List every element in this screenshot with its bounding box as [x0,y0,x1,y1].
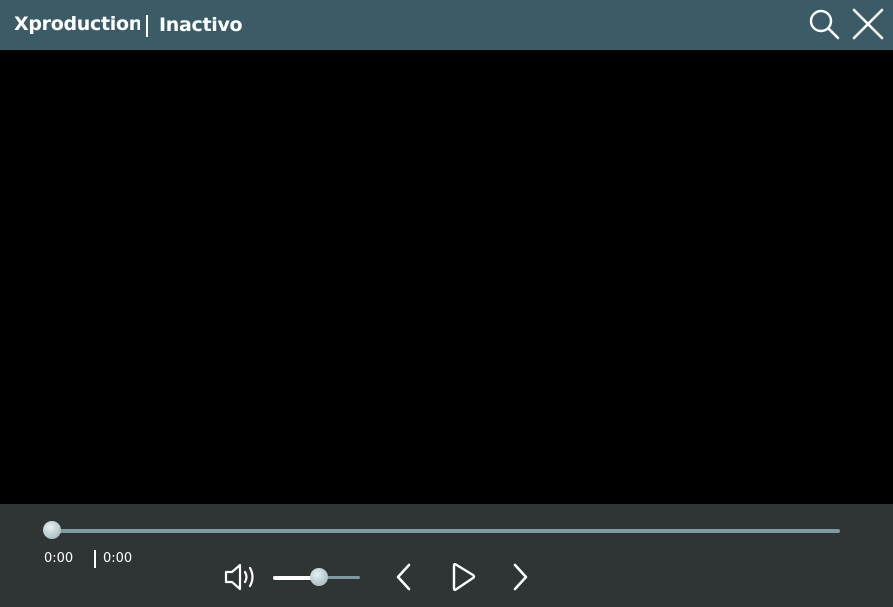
volume-handle[interactable] [310,568,329,586]
close-button[interactable] [850,6,886,42]
video-display[interactable] [0,50,893,504]
player-controls: 0:00 0:00 [0,504,893,607]
status-text: Inactivo [159,14,243,36]
chevron-right-icon [513,563,528,591]
previous-button[interactable] [392,562,416,592]
media-player-window: Xproduction Inactivo 0:00 0:00 [0,0,893,607]
title-separator [146,15,148,37]
play-icon [452,563,476,591]
chevron-left-icon [396,563,411,591]
volume-button[interactable] [222,562,260,592]
volume-icon [224,563,254,591]
seek-bar[interactable] [52,529,840,533]
app-name: Xproduction [14,13,140,35]
close-icon [852,8,884,40]
title-bar: Xproduction Inactivo [0,0,893,50]
time-separator [94,550,96,568]
search-button[interactable] [806,6,842,42]
current-time: 0:00 [44,551,74,566]
total-time: 0:00 [103,551,133,566]
seek-handle[interactable] [43,521,61,539]
search-icon [809,9,840,40]
next-button[interactable] [508,562,532,592]
play-button[interactable] [447,561,479,593]
